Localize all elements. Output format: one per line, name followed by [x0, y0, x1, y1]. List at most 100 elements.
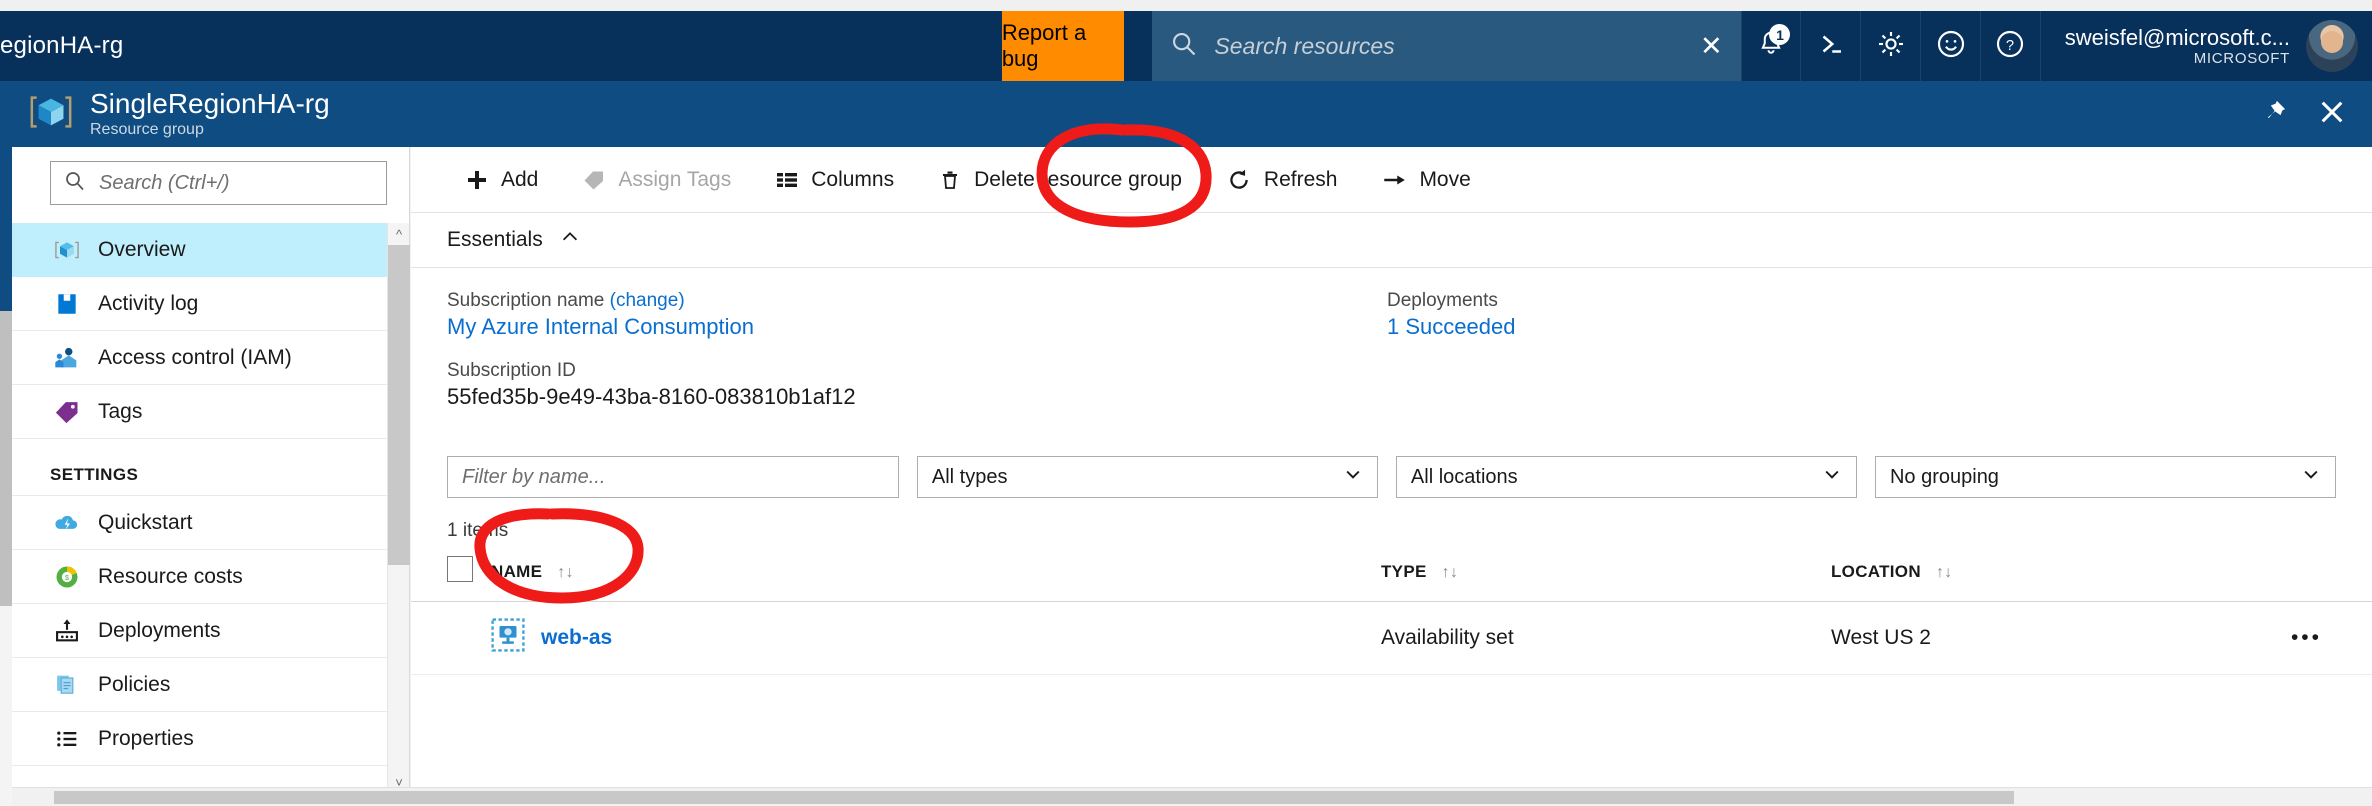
svg-text:?: ?: [2006, 38, 2014, 54]
page-subtitle: Resource group: [90, 121, 204, 139]
location-filter-value: All locations: [1410, 465, 1518, 488]
type-filter-value: All types: [931, 465, 1008, 488]
row-type-cell: Availability set: [1381, 601, 1831, 675]
blade-content: Add Assign Tags Columns Delete resource …: [411, 147, 2372, 787]
plus-icon: [465, 168, 489, 192]
essentials-toggle[interactable]: Essentials: [411, 213, 2372, 267]
assign-tags-button[interactable]: Assign Tags: [560, 147, 753, 213]
trash-icon: [938, 168, 962, 192]
sidebar-item-tags[interactable]: Tags: [12, 385, 409, 439]
sidebar-item-label: Access control (IAM): [98, 345, 292, 369]
sidebar-item-resource-costs[interactable]: $ Resource costs: [12, 550, 409, 604]
sidebar-item-policies[interactable]: Policies: [12, 658, 409, 712]
avatar[interactable]: [2306, 20, 2358, 72]
location-filter-dropdown[interactable]: All locations: [1395, 456, 1857, 498]
subscription-name-text: Subscription name: [447, 290, 605, 311]
properties-list-icon: [50, 725, 84, 753]
essentials-panel: Subscription name (change) My Azure Inte…: [411, 267, 2372, 446]
chevron-up-icon: [559, 226, 581, 254]
grouping-filter-value: No grouping: [1889, 465, 1999, 488]
blade-header-actions: [2260, 98, 2372, 131]
change-subscription-link[interactable]: (change): [610, 290, 685, 311]
add-button[interactable]: Add: [443, 147, 560, 213]
tag-icon: [50, 398, 84, 426]
sidebar-scrollbar[interactable]: ^ ˅: [387, 223, 410, 793]
settings-button[interactable]: [1860, 11, 1920, 81]
table-head: NAME ↑↓ TYPE ↑↓ LOCATION ↑↓: [411, 548, 2372, 602]
chevron-down-icon: [1822, 464, 1842, 490]
scroll-up-icon[interactable]: ^: [388, 223, 410, 245]
column-header-location[interactable]: LOCATION ↑↓: [1831, 548, 2261, 602]
sort-icon[interactable]: ↑↓: [1936, 564, 1953, 581]
pin-icon[interactable]: [2260, 98, 2288, 131]
sort-icon[interactable]: ↑↓: [1442, 564, 1459, 581]
deployments-box-icon: [50, 617, 84, 645]
table-row[interactable]: web-as Availability set West US 2 •••: [411, 601, 2372, 675]
deployments-value[interactable]: 1 Succeeded: [1387, 314, 2327, 340]
breadcrumb-trail[interactable]: egionHA-rg: [0, 11, 1002, 81]
account-menu[interactable]: sweisfel@microsoft.c... MICROSOFT: [2039, 11, 2372, 81]
account-email: sweisfel@microsoft.c...: [2064, 24, 2290, 50]
refresh-icon: [1226, 167, 1252, 193]
sort-icon[interactable]: ↑↓: [557, 564, 574, 581]
sidebar-item-access-control[interactable]: Access control (IAM): [12, 331, 409, 385]
search-clear-icon[interactable]: ✕: [1700, 32, 1723, 60]
resource-group-cube-icon: [50, 236, 84, 264]
quickstart-cloud-icon: [50, 509, 84, 537]
access-control-people-icon: [50, 344, 84, 372]
sidebar-search-input[interactable]: Search (Ctrl+/): [50, 161, 387, 205]
row-location-cell: West US 2: [1831, 601, 2261, 675]
breadcrumb-label: egionHA-rg: [0, 32, 124, 59]
blade-sidebar: Search (Ctrl+/) Overview Activity log Ac…: [12, 147, 410, 793]
assign-tags-label: Assign Tags: [618, 167, 732, 191]
resource-costs-donut-icon: $: [50, 563, 84, 591]
cloud-shell-button[interactable]: [1800, 11, 1860, 81]
grouping-filter-dropdown[interactable]: No grouping: [1874, 456, 2337, 498]
column-header-name[interactable]: NAME ↑↓: [491, 548, 1381, 602]
essentials-column-left: Subscription name (change) My Azure Inte…: [447, 290, 1387, 430]
columns-icon: [775, 168, 799, 192]
azure-portal-screen: egionHA-rg Report a bug Search resources…: [0, 0, 2372, 806]
sidebar-item-properties[interactable]: Properties: [12, 712, 409, 766]
report-a-bug-button[interactable]: Report a bug: [1001, 11, 1125, 81]
previous-blade-scrollbar-thumb[interactable]: [0, 311, 12, 606]
column-header-type[interactable]: TYPE ↑↓: [1381, 548, 1831, 602]
resource-name-link[interactable]: web-as: [541, 626, 612, 650]
column-header-name-label: NAME: [491, 561, 543, 581]
table-body: web-as Availability set West US 2 •••: [411, 601, 2372, 675]
subscription-name-value[interactable]: My Azure Internal Consumption: [447, 314, 1387, 340]
row-context-menu-icon[interactable]: •••: [2261, 601, 2372, 675]
type-filter-dropdown[interactable]: All types: [916, 456, 1378, 498]
refresh-button[interactable]: Refresh: [1204, 147, 1360, 213]
sidebar-item-deployments[interactable]: Deployments: [12, 604, 409, 658]
close-icon[interactable]: [2318, 98, 2346, 131]
select-all-checkbox[interactable]: [447, 556, 473, 582]
policies-documents-icon: [50, 671, 84, 699]
delete-resource-group-label: Delete resource group: [974, 167, 1182, 191]
columns-button[interactable]: Columns: [753, 147, 916, 213]
subscription-name-label: Subscription name (change): [447, 290, 1387, 312]
command-toolbar: Add Assign Tags Columns Delete resource …: [411, 147, 2372, 213]
sidebar-item-label: Policies: [98, 672, 171, 696]
feedback-button[interactable]: [1920, 11, 1980, 81]
select-all-header: [411, 548, 491, 602]
add-label: Add: [501, 167, 539, 191]
sidebar-item-overview[interactable]: Overview: [12, 223, 409, 277]
horizontal-scrollbar-thumb[interactable]: [54, 791, 2014, 804]
move-button[interactable]: Move: [1359, 147, 1492, 213]
delete-resource-group-button[interactable]: Delete resource group: [916, 147, 1204, 213]
help-button[interactable]: ?: [1979, 11, 2040, 81]
global-search-box[interactable]: Search resources ✕: [1152, 11, 1741, 81]
filter-by-name-input[interactable]: Filter by name...: [447, 456, 899, 498]
sidebar-item-quickstart[interactable]: Quickstart: [12, 496, 409, 550]
sidebar-item-activity-log[interactable]: Activity log: [12, 277, 409, 331]
sidebar-item-label: Quickstart: [98, 510, 193, 534]
global-top-navbar: egionHA-rg Report a bug Search resources…: [0, 11, 2372, 81]
horizontal-scrollbar[interactable]: [12, 787, 2372, 806]
availability-set-icon: [491, 618, 525, 658]
table-header-row: NAME ↑↓ TYPE ↑↓ LOCATION ↑↓: [411, 548, 2372, 602]
essentials-column-right: Deployments 1 Succeeded: [1387, 290, 2327, 430]
notifications-bell-button[interactable]: 1: [1740, 11, 1801, 81]
sidebar-scrollbar-thumb[interactable]: [388, 245, 410, 565]
previous-blade-scrollbar-track[interactable]: [0, 606, 12, 806]
